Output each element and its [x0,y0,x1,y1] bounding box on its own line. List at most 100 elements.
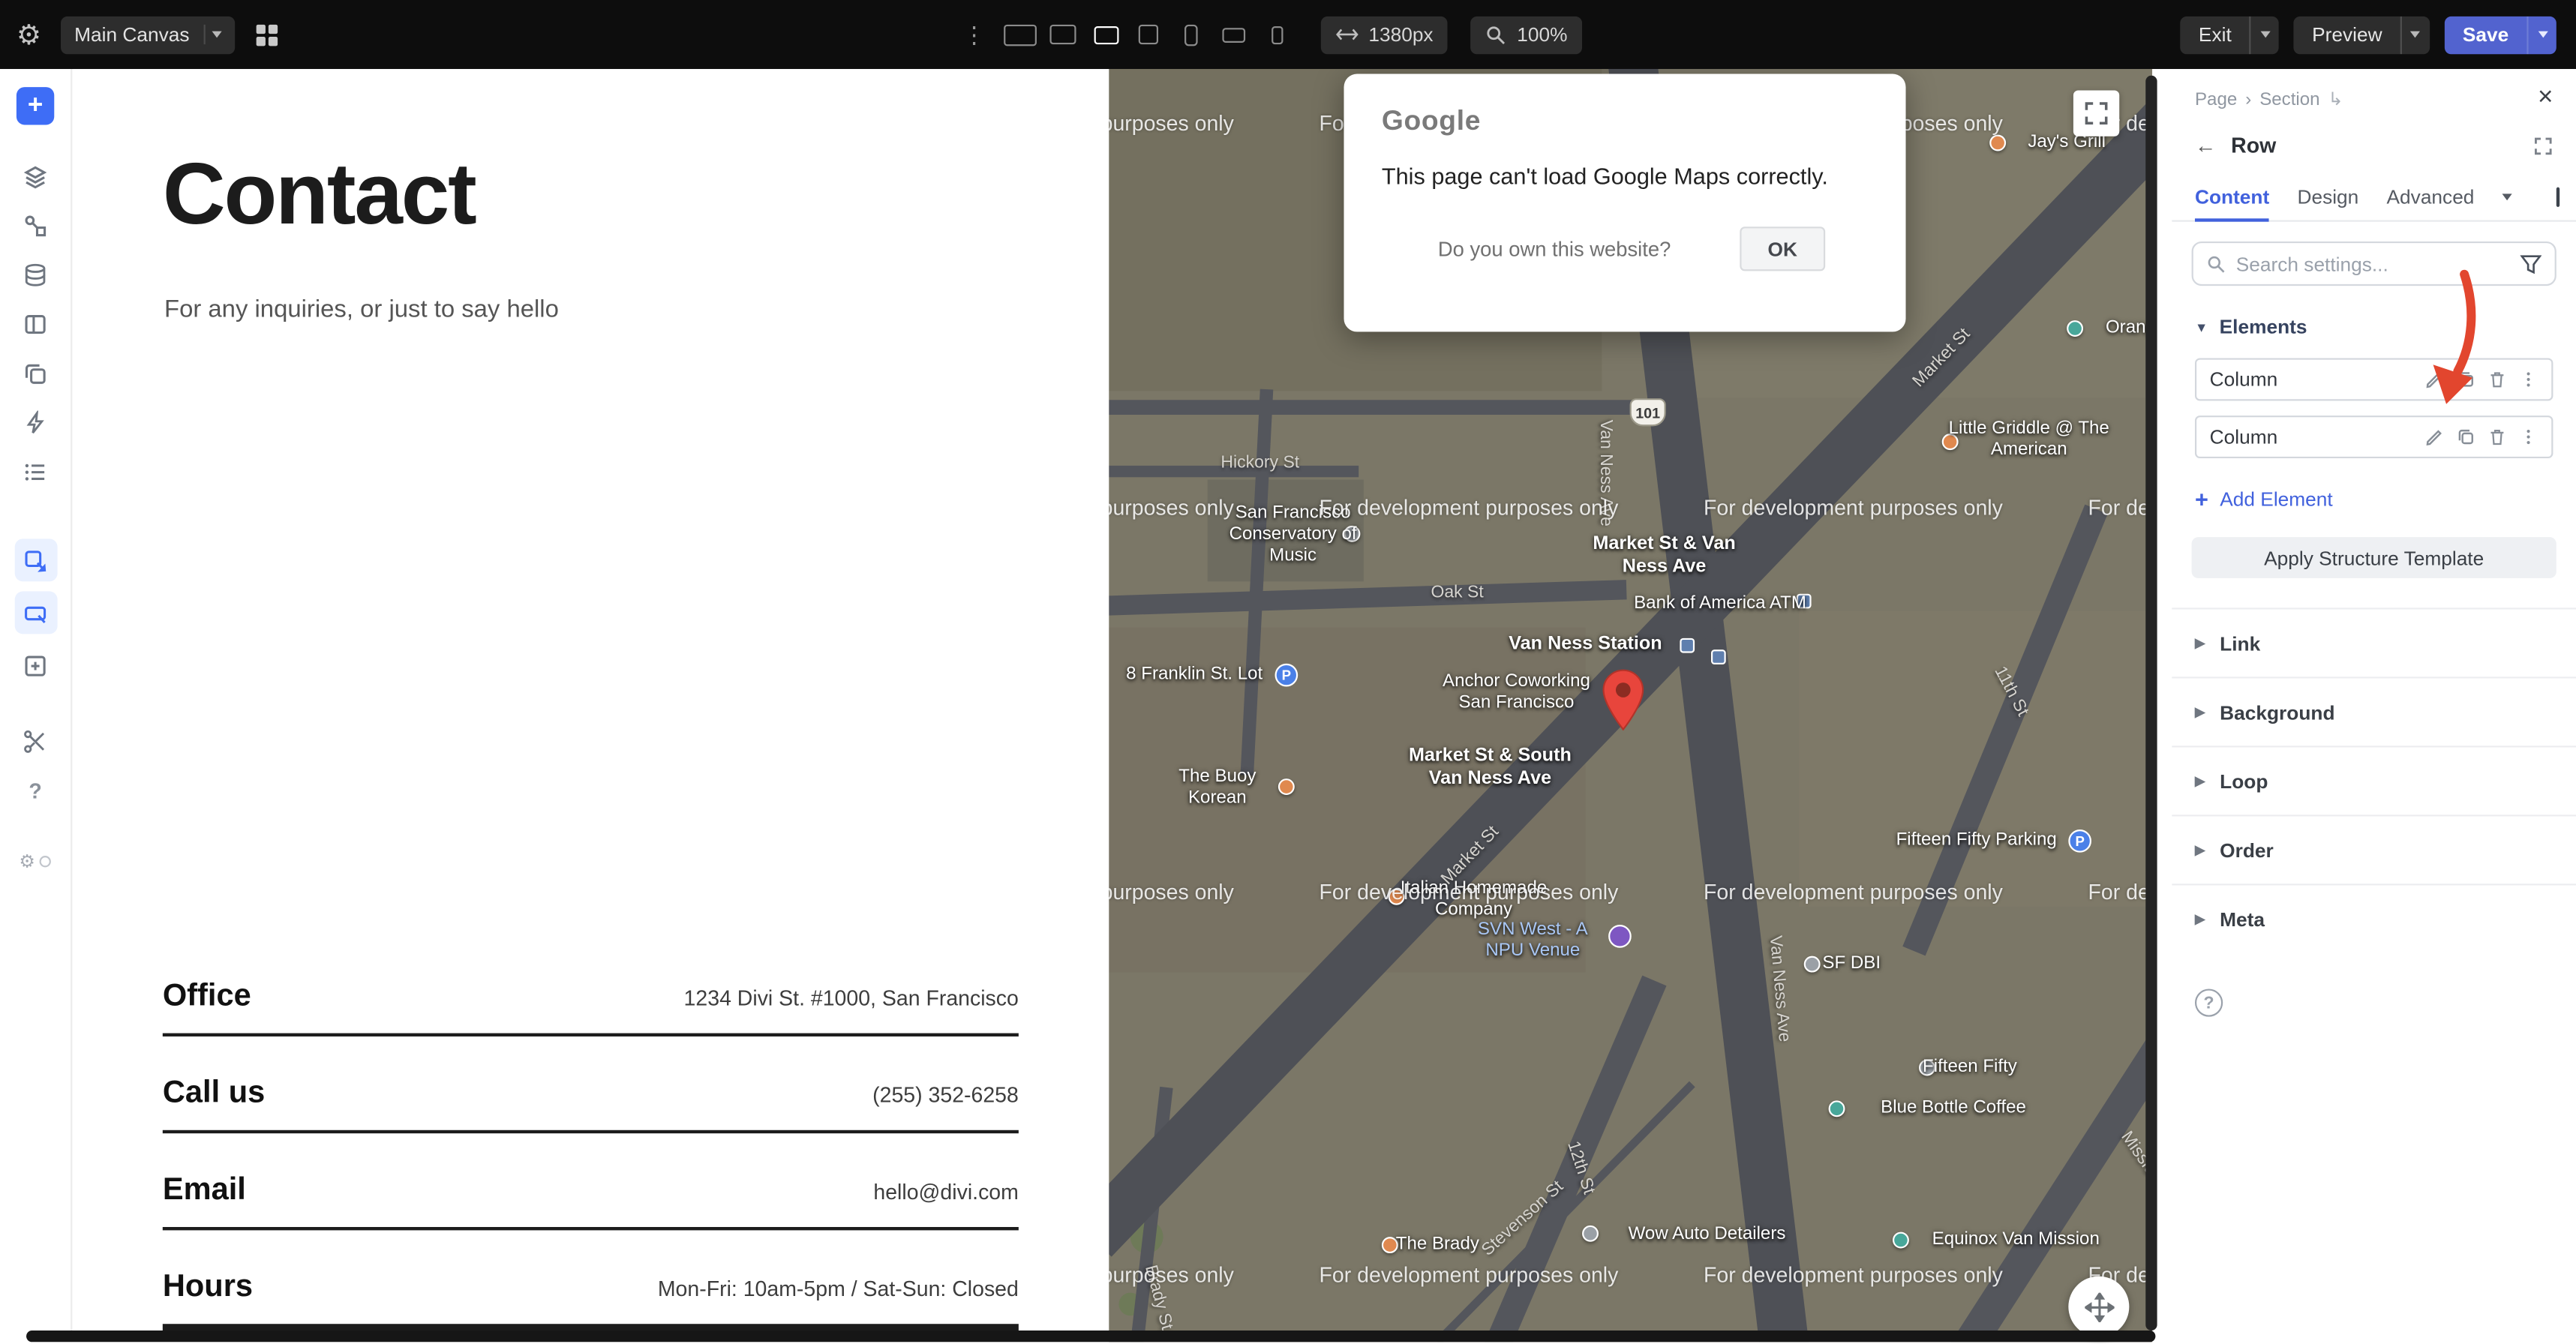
desktop-view-icon[interactable] [2556,187,2559,206]
device-tablet-landscape-icon[interactable] [1212,14,1255,56]
tab-design[interactable]: Design [2297,172,2358,220]
element-row-column[interactable]: Column [2195,358,2553,400]
layers-icon[interactable] [14,154,57,197]
insert-frame-icon[interactable] [14,644,57,687]
elements-section-header[interactable]: ▼ Elements [2195,315,2553,338]
back-arrow-icon[interactable]: ← [2195,133,2216,158]
caret-right-icon: ▶ [2195,705,2205,720]
utility-tools-icon[interactable] [14,719,57,762]
poi-marker[interactable] [1804,956,1821,973]
contact-row[interactable]: Call us(255) 352-6258 [163,1076,1019,1134]
section-order[interactable]: ▶Order [2172,814,2576,884]
map-pan-button[interactable] [2068,1276,2129,1337]
device-phone-icon[interactable] [1169,14,1212,56]
section-meta[interactable]: ▶Meta [2172,884,2576,952]
route-101-shield[interactable]: 101 [1630,398,1666,426]
close-panel-icon[interactable]: × [2538,88,2553,110]
tab-advanced[interactable]: Advanced [2387,172,2475,220]
poi-marker[interactable] [1278,778,1295,795]
canvas-width-control[interactable]: 1380px [1321,16,1448,53]
contact-label: Hours [163,1270,253,1306]
poi-marker[interactable] [1893,1232,1909,1249]
device-desktop-icon[interactable] [1042,14,1085,56]
map-watermark: For development purposes only [1109,111,1234,136]
section-background[interactable]: ▶Background [2172,676,2576,746]
element-row-column[interactable]: Column [2195,416,2553,458]
settings-search[interactable] [2192,242,2556,286]
parking-marker[interactable]: P [2068,830,2091,853]
layout-grid-icon[interactable] [255,22,280,47]
own-website-link[interactable]: Do you own this website? [1438,237,1671,260]
page-heading[interactable]: Contact [163,145,476,245]
parking-marker[interactable]: P [1275,664,1299,687]
more-options-icon[interactable]: ⋮ [962,20,986,48]
poi-marker[interactable] [1989,135,2006,152]
transit-marker[interactable] [1711,650,1726,664]
filter-funnel-icon[interactable] [2520,254,2541,273]
divi-visual-builder: ⚙ Main Canvas ⋮ 1380px 10 [0,0,2576,1344]
transit-marker[interactable] [1680,638,1695,653]
ok-button[interactable]: OK [1740,226,1825,271]
page-canvas[interactable]: Contact For any inquiries, or just to sa… [72,69,1109,1342]
design-tools-icon[interactable] [14,204,57,247]
exit-dropdown-caret[interactable] [2250,16,2279,53]
panel-expand-icon[interactable] [2533,136,2553,155]
breadcrumb-section[interactable]: Section [2259,89,2319,109]
device-phone-small-icon[interactable] [1255,14,1298,56]
breadcrumb-page[interactable]: Page [2195,89,2237,109]
map-fullscreen-button[interactable] [2073,90,2119,136]
lightning-icon[interactable] [14,400,57,443]
layout-panel-icon[interactable] [14,302,57,345]
copy-icon[interactable] [14,352,57,394]
save-button[interactable]: Save [2445,16,2556,53]
help-icon[interactable]: ? [14,769,57,812]
panel-help-icon[interactable]: ? [2195,988,2223,1016]
options-kebab-icon[interactable] [2518,370,2538,389]
preview-dropdown-caret[interactable] [2400,16,2430,53]
canvas-selector[interactable]: Main Canvas [62,16,236,53]
zoom-control[interactable]: 100% [1471,16,1582,53]
device-laptop-icon-active[interactable] [1084,14,1127,56]
poi-marker[interactable] [1582,1226,1599,1242]
exit-button[interactable]: Exit [2181,16,2279,53]
tabs-chevron-down-icon[interactable] [2502,193,2512,200]
edit-icon[interactable] [2425,427,2445,446]
device-desktop-wide-icon[interactable] [999,14,1042,56]
add-element-button[interactable]: + Add Element [2195,488,2553,511]
canvas-frame-right-edge[interactable] [2145,76,2157,1330]
builder-preferences-toggle[interactable]: ⚙ [19,850,52,872]
options-kebab-icon[interactable] [2518,427,2538,446]
contact-value: 1234 Divi St. #1000, San Francisco [684,986,1019,1010]
caret-right-icon: ▶ [2195,774,2205,789]
add-module-button[interactable]: + [17,87,54,124]
venue-marker[interactable] [1608,925,1632,948]
contact-row[interactable]: Emailhello@divi.com [163,1173,1019,1231]
select-module-tool-icon[interactable] [14,538,57,581]
builder-settings-icon[interactable]: ⚙ [17,20,41,48]
contact-value: (255) 352-6258 [872,1082,1019,1107]
database-icon[interactable] [14,253,57,296]
section-label: Link [2220,632,2260,655]
select-row-tool-icon[interactable] [14,591,57,634]
apply-structure-template-button[interactable]: Apply Structure Template [2192,537,2556,578]
list-settings-icon[interactable] [14,450,57,493]
device-tablet-icon[interactable] [1127,14,1169,56]
map-pin[interactable] [1602,669,1644,740]
contact-label: Office [163,979,251,1015]
poi-marker[interactable] [1829,1100,1845,1117]
section-link[interactable]: ▶Link [2172,608,2576,676]
tab-content[interactable]: Content [2195,172,2269,220]
contact-row[interactable]: Office 1234 Divi St. #1000, San Francisco [163,979,1019,1036]
poi-marker[interactable] [2067,320,2083,337]
map-watermark: For development purposes only [2088,495,2152,520]
save-dropdown-caret[interactable] [2526,16,2556,53]
map-poi-label: The Buoy Korean [1175,766,1260,810]
preview-button[interactable]: Preview [2294,16,2430,53]
canvas-frame-bottom-edge[interactable] [26,1330,2155,1342]
delete-icon[interactable] [2487,427,2507,446]
panel-title: Row [2231,133,2276,158]
page-subheading[interactable]: For any inquiries, or just to say hello [164,296,559,323]
contact-row[interactable]: HoursMon-Fri: 10am-5pm / Sat-Sun: Closed [163,1270,1019,1332]
section-loop[interactable]: ▶Loop [2172,746,2576,814]
duplicate-icon[interactable] [2456,427,2475,446]
